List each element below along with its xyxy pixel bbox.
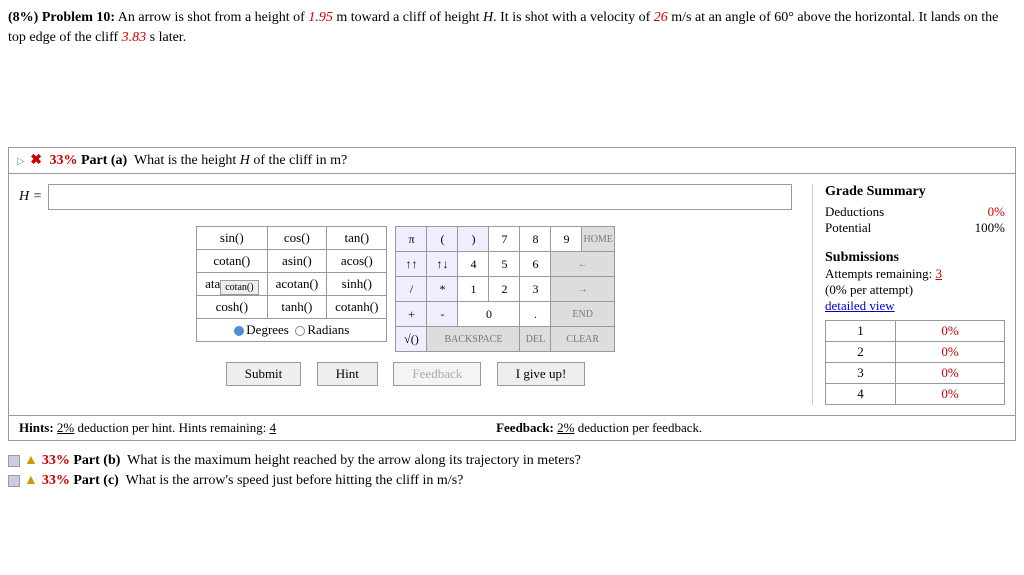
fn-tanh[interactable]: tanh()	[267, 296, 327, 319]
angle-mode[interactable]: Degrees Radians	[197, 319, 387, 342]
part-c-row[interactable]: ▲33% Part (c) What is the arrow's speed …	[8, 471, 1016, 491]
key-home[interactable]: HOME	[582, 227, 614, 252]
answer-var: H =	[19, 189, 42, 205]
fn-cosh[interactable]: cosh()	[197, 296, 267, 319]
key-mul[interactable]: *	[427, 277, 458, 302]
fn-acotan[interactable]: acotan()	[267, 273, 327, 296]
key-left[interactable]: ←	[551, 252, 614, 277]
fn-tan[interactable]: tan()	[327, 227, 387, 250]
fn-atan[interactable]: atacotan()	[197, 273, 267, 296]
fn-cos[interactable]: cos()	[267, 227, 327, 250]
problem-statement: (8%) Problem 10: An arrow is shot from a…	[8, 8, 1016, 47]
fn-sinh[interactable]: sinh()	[327, 273, 387, 296]
key-minus[interactable]: -	[427, 302, 458, 327]
fn-cotanh[interactable]: cotanh()	[327, 296, 387, 319]
key-clear[interactable]: CLEAR	[551, 327, 614, 352]
key-end[interactable]: END	[551, 302, 614, 327]
answer-input[interactable]	[48, 184, 792, 210]
key-rparen[interactable]: )	[458, 227, 489, 252]
expand-icon[interactable]	[8, 475, 20, 487]
key-8[interactable]: 8	[520, 227, 551, 252]
key-7[interactable]: 7	[489, 227, 520, 252]
key-div[interactable]: /	[396, 277, 427, 302]
key-dot[interactable]: .	[520, 302, 551, 327]
part-b-row[interactable]: ▲33% Part (b) What is the maximum height…	[8, 451, 1016, 471]
feedback-button[interactable]: Feedback	[393, 362, 481, 386]
fn-asin[interactable]: asin()	[267, 250, 327, 273]
key-down[interactable]: ↑↓	[427, 252, 458, 277]
key-plus[interactable]: +	[396, 302, 427, 327]
detailed-view-link[interactable]: detailed view	[825, 298, 1005, 314]
key-sqrt[interactable]: √()	[396, 327, 427, 352]
key-up[interactable]: ↑↑	[396, 252, 427, 277]
number-keypad: π()789HOME ↑↑↑↓456← /*123→ +-0.END √()BA…	[395, 226, 614, 352]
key-6[interactable]: 6	[520, 252, 551, 277]
part-a-header: ▷ ✖ 33% Part (a) What is the height H of…	[8, 147, 1016, 174]
key-0[interactable]: 0	[458, 302, 520, 327]
warning-icon: ▲	[24, 453, 38, 468]
key-4[interactable]: 4	[458, 252, 489, 277]
key-pi[interactable]: π	[396, 227, 427, 252]
key-3[interactable]: 3	[520, 277, 551, 302]
warning-icon: ▲	[24, 473, 38, 488]
submit-button[interactable]: Submit	[226, 362, 302, 386]
key-lparen[interactable]: (	[427, 227, 458, 252]
fn-sin[interactable]: sin()	[197, 227, 267, 250]
function-keypad: sin()cos()tan() cotan()asin()acos() atac…	[196, 226, 387, 352]
play-icon: ▷	[17, 156, 25, 167]
key-2[interactable]: 2	[489, 277, 520, 302]
grade-panel: Grade Summary Deductions0% Potential100%…	[812, 184, 1005, 405]
key-1[interactable]: 1	[458, 277, 489, 302]
fn-cotan[interactable]: cotan()	[197, 250, 267, 273]
key-right[interactable]: →	[551, 277, 614, 302]
key-5[interactable]: 5	[489, 252, 520, 277]
giveup-button[interactable]: I give up!	[497, 362, 586, 386]
key-del[interactable]: DEL	[520, 327, 551, 352]
key-backspace[interactable]: BACKSPACE	[427, 327, 520, 352]
fn-acos[interactable]: acos()	[327, 250, 387, 273]
hint-button[interactable]: Hint	[317, 362, 378, 386]
close-icon[interactable]: ✖	[30, 153, 42, 168]
hints-bar: Hints: 2% deduction per hint. Hints rema…	[8, 416, 1016, 441]
expand-icon[interactable]	[8, 455, 20, 467]
key-9[interactable]: 9	[551, 227, 582, 252]
